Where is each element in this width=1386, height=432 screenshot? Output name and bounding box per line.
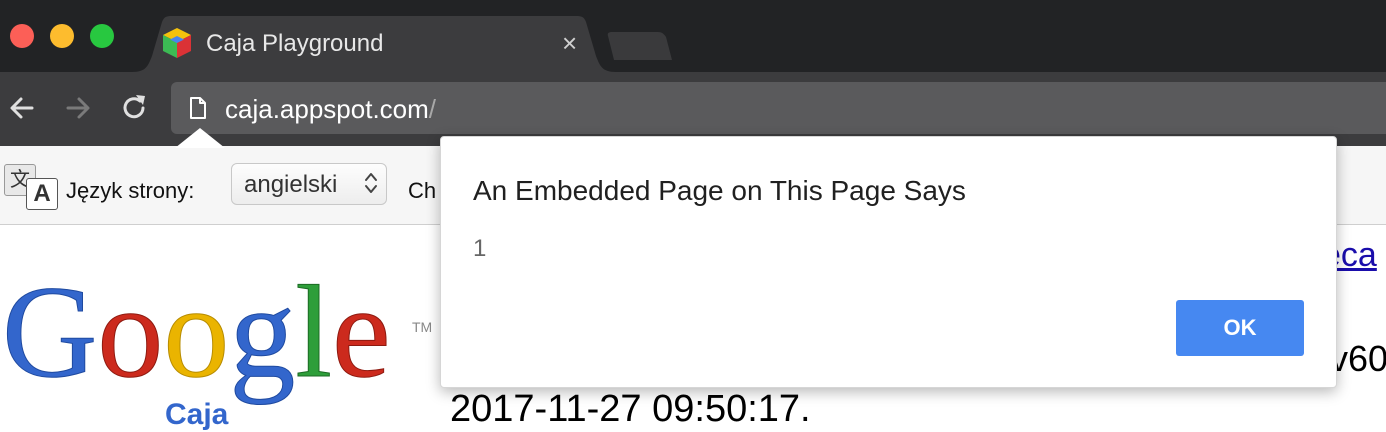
translate-bar-truncated-text: Ch — [408, 178, 437, 203]
tab-close-icon[interactable]: × — [562, 28, 577, 58]
tab-title: Caja Playground — [206, 30, 384, 57]
build-timestamp: 2017-11-27 09:50:17. — [450, 388, 811, 430]
alert-dialog: An Embedded Page on This Page Says 1 OK — [440, 136, 1337, 388]
url-text[interactable]: caja.appspot.com/ — [225, 94, 436, 124]
page-language-label: Język strony: — [66, 178, 195, 203]
tab-strip: Caja Playground × — [0, 0, 1386, 72]
translate-icon-latin: A — [26, 178, 58, 210]
url-host: caja.appspot.com — [225, 94, 429, 124]
close-window-button[interactable] — [10, 24, 34, 48]
ok-button[interactable]: OK — [1176, 300, 1304, 356]
caja-favicon-icon — [163, 28, 191, 58]
dialog-pointer — [175, 128, 225, 148]
new-tab-button[interactable] — [606, 32, 676, 62]
caja-logo-subtitle: Caja — [165, 398, 229, 431]
back-arrow-icon[interactable] — [6, 92, 38, 124]
trademark-mark: TM — [412, 319, 432, 335]
forward-arrow-icon[interactable] — [62, 92, 94, 124]
minimize-window-button[interactable] — [50, 24, 74, 48]
dialog-message: 1 — [473, 235, 487, 262]
version-text: v60 — [1330, 338, 1386, 379]
tab-caja-playground[interactable]: Caja Playground × — [132, 16, 616, 72]
url-path: / — [428, 94, 437, 124]
address-bar[interactable]: caja.appspot.com/ — [171, 82, 1386, 134]
translate-icon[interactable]: 文 A — [4, 164, 58, 210]
reload-icon[interactable] — [118, 92, 150, 124]
page-icon — [190, 97, 206, 119]
dialog-title: An Embedded Page on This Page Says — [473, 175, 966, 206]
google-logo-text: Google — [2, 270, 391, 405]
chevron-up-down-icon — [365, 173, 377, 193]
page-language-select[interactable]: angielski — [231, 163, 387, 205]
zoom-window-button[interactable] — [90, 24, 114, 48]
page-language-value: angielski — [244, 171, 338, 198]
